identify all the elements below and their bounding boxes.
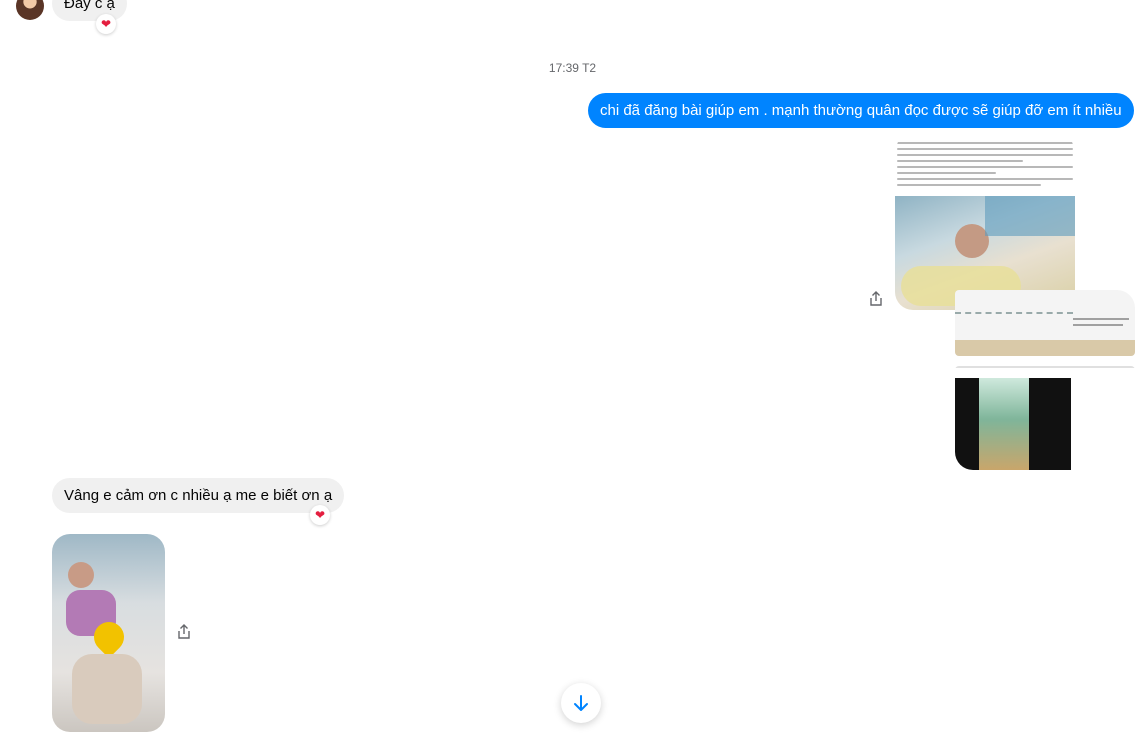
share-icon [178, 624, 190, 639]
share-icon [870, 291, 882, 306]
message-timestamp: 17:39 T2 [548, 61, 597, 75]
outgoing-image-document[interactable] [955, 290, 1135, 356]
message-text: Đây c ạ [64, 0, 115, 12]
share-button[interactable] [864, 287, 888, 311]
heart-reaction[interactable]: ❤ [96, 14, 116, 34]
arrow-down-icon [574, 695, 588, 711]
share-button[interactable] [172, 620, 196, 644]
outgoing-image-video-screenshot[interactable] [955, 366, 1135, 470]
heart-icon: ❤ [314, 508, 326, 522]
incoming-message-bubble[interactable]: Đây c ạ [52, 0, 127, 21]
message-text: Vâng e cảm ơn c nhiều ạ me e biết ơn ạ [64, 487, 333, 504]
outgoing-message-bubble[interactable]: chi đã đăng bài giúp em . mạnh thường qu… [588, 93, 1134, 128]
heart-icon: ❤ [100, 17, 112, 31]
chat-thread: Đây c ạ ❤ 17:39 T2 chi đã đăng bài giúp … [0, 0, 1137, 734]
incoming-message-bubble[interactable]: Vâng e cảm ơn c nhiều ạ me e biết ơn ạ [52, 478, 345, 513]
scroll-to-bottom-button[interactable] [561, 683, 601, 723]
document-text-area [895, 138, 1075, 190]
contact-avatar[interactable] [16, 0, 44, 20]
message-text: chi đã đăng bài giúp em . mạnh thường qu… [600, 102, 1122, 119]
outgoing-image-post-screenshot[interactable] [895, 134, 1075, 310]
incoming-image-child-photo[interactable] [52, 534, 165, 732]
heart-reaction[interactable]: ❤ [310, 505, 330, 525]
